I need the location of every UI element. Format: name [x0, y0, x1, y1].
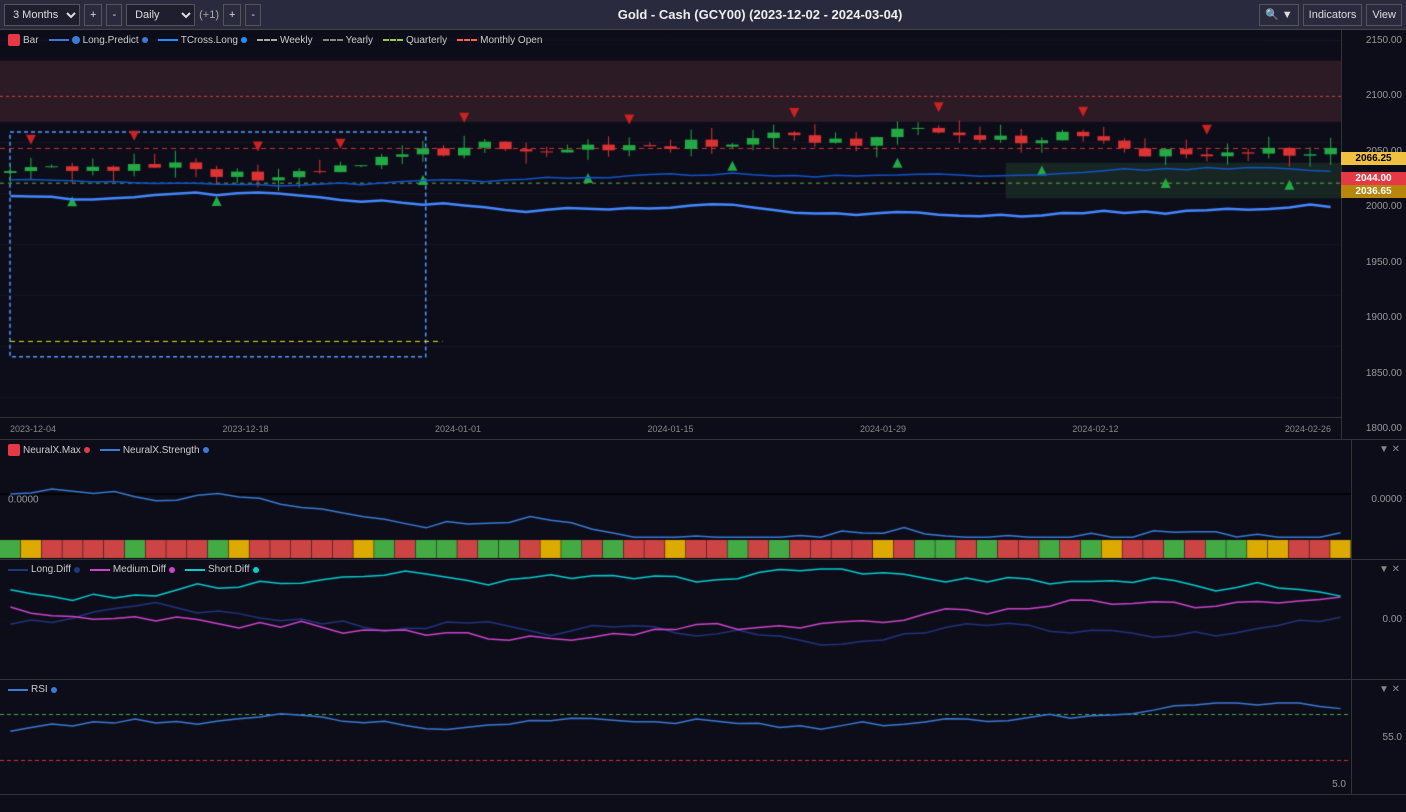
short-diff-label: Short.Diff	[208, 564, 250, 575]
rsi-legend: RSI	[8, 684, 57, 695]
neuralx-chart: NeuralX.Max NeuralX.Strength ▼ ✕ 0.0000 …	[0, 440, 1406, 560]
neuralx-strength-label: NeuralX.Strength	[123, 445, 200, 456]
toolbar-right: 🔍 ▼ Indicators View	[1259, 4, 1402, 26]
x-label-2: 2023-12-18	[222, 424, 268, 434]
neuralx-y-axis: 0.0000	[1351, 440, 1406, 559]
rsi-y-axis: 55.0	[1351, 680, 1406, 794]
y-label-2100: 2100.00	[1346, 90, 1402, 101]
forward-btn[interactable]: +	[223, 4, 241, 26]
legend-long-predict-label: Long.Predict	[83, 35, 139, 46]
x-label-6: 2024-02-12	[1072, 424, 1118, 434]
rsi-canvas[interactable]	[0, 680, 1351, 795]
diff-legend: Long.Diff Medium.Diff Short.Diff	[8, 564, 259, 575]
timeframe-sub-btn[interactable]: -	[106, 4, 122, 26]
x-label-4: 2024-01-15	[647, 424, 693, 434]
price-badge-2066: 2066.25	[1341, 152, 1406, 165]
legend-bar-label: Bar	[23, 35, 39, 46]
diff-y-label: 0.00	[1383, 614, 1402, 625]
medium-diff-label: Medium.Diff	[113, 564, 166, 575]
y-label-2150: 2150.00	[1346, 35, 1402, 46]
x-label-3: 2024-01-01	[435, 424, 481, 434]
neuralx-legend: NeuralX.Max NeuralX.Strength	[8, 444, 209, 456]
legend-weekly-label: Weekly	[280, 35, 313, 46]
neuralx-max-label: NeuralX.Max	[23, 445, 81, 456]
x-label-7: 2024-02-26	[1285, 424, 1331, 434]
legend-neuralx-strength: NeuralX.Strength	[100, 445, 209, 456]
x-label-5: 2024-01-29	[860, 424, 906, 434]
diff-canvas[interactable]	[0, 560, 1351, 680]
legend-long-diff: Long.Diff	[8, 564, 80, 575]
neuralx-canvas[interactable]	[0, 440, 1351, 560]
chart-title: Gold - Cash (GCY00) (2023-12-02 - 2024-0…	[265, 7, 1255, 22]
plus1-label: (+1)	[199, 9, 219, 21]
diff-chart: Long.Diff Medium.Diff Short.Diff ▼ ✕ 0.0…	[0, 560, 1406, 680]
neuralx-close-btn[interactable]: ▼ ✕	[1379, 444, 1400, 455]
price-badge-2044: 2044.00	[1341, 172, 1406, 185]
charts-container: Bar Long.Predict TCross.Long Weekly Year…	[0, 30, 1406, 812]
legend-monthly: Monthly Open	[457, 35, 542, 46]
legend-quarterly: Quarterly	[383, 35, 447, 46]
y-label-2000: 2000.00	[1346, 201, 1402, 212]
rsi-bottom-label: 5.0	[1332, 779, 1346, 790]
timeframe-add-btn[interactable]: +	[84, 4, 102, 26]
legend-yearly-label: Yearly	[346, 35, 373, 46]
timeframe-select[interactable]: 3 Months 1 Month 6 Months 1 Year	[4, 4, 80, 26]
rsi-chart: RSI ▼ ✕ 55.0 5.0	[0, 680, 1406, 795]
legend-neuralx-max: NeuralX.Max	[8, 444, 90, 456]
legend-tcross: TCross.Long	[158, 35, 247, 46]
rsi-y-label: 55.0	[1383, 732, 1402, 743]
indicators-btn[interactable]: Indicators	[1303, 4, 1363, 26]
y-label-1850: 1850.00	[1346, 368, 1402, 379]
toolbar: 3 Months 1 Month 6 Months 1 Year + - Dai…	[0, 0, 1406, 30]
y-label-1950: 1950.00	[1346, 257, 1402, 268]
main-y-axis: 2150.00 2100.00 2050.00 2000.00 1950.00 …	[1341, 30, 1406, 439]
main-canvas[interactable]	[0, 30, 1341, 418]
diff-y-axis: 0.00	[1351, 560, 1406, 679]
legend-medium-diff: Medium.Diff	[90, 564, 175, 575]
main-chart-legend: Bar Long.Predict TCross.Long Weekly Year…	[8, 34, 542, 46]
view-btn[interactable]: View	[1366, 4, 1402, 26]
diff-close-btn[interactable]: ▼ ✕	[1379, 564, 1400, 575]
legend-long-predict: Long.Predict	[49, 35, 148, 46]
legend-quarterly-label: Quarterly	[406, 35, 447, 46]
back-btn[interactable]: -	[245, 4, 261, 26]
rsi-close-btn[interactable]: ▼ ✕	[1379, 684, 1400, 695]
legend-yearly: Yearly	[323, 35, 373, 46]
long-diff-label: Long.Diff	[31, 564, 71, 575]
x-label-1: 2023-12-04	[10, 424, 56, 434]
main-x-axis: 2023-12-04 2023-12-18 2024-01-01 2024-01…	[0, 417, 1341, 439]
neuralx-zero-label: 0.0000	[8, 494, 39, 505]
price-badge-2036: 2036.65	[1341, 185, 1406, 198]
rsi-label: RSI	[31, 684, 48, 695]
legend-weekly: Weekly	[257, 35, 313, 46]
main-chart: Bar Long.Predict TCross.Long Weekly Year…	[0, 30, 1406, 440]
interval-select[interactable]: Daily Weekly Monthly	[126, 4, 195, 26]
legend-monthly-label: Monthly Open	[480, 35, 542, 46]
y-label-1900: 1900.00	[1346, 312, 1402, 323]
neuralx-y-label: 0.0000	[1371, 494, 1402, 505]
legend-short-diff: Short.Diff	[185, 564, 259, 575]
y-label-1800: 1800.00	[1346, 423, 1402, 434]
legend-tcross-label: TCross.Long	[181, 35, 238, 46]
legend-bar: Bar	[8, 34, 39, 46]
search-btn[interactable]: 🔍 ▼	[1259, 4, 1299, 26]
legend-rsi: RSI	[8, 684, 57, 695]
